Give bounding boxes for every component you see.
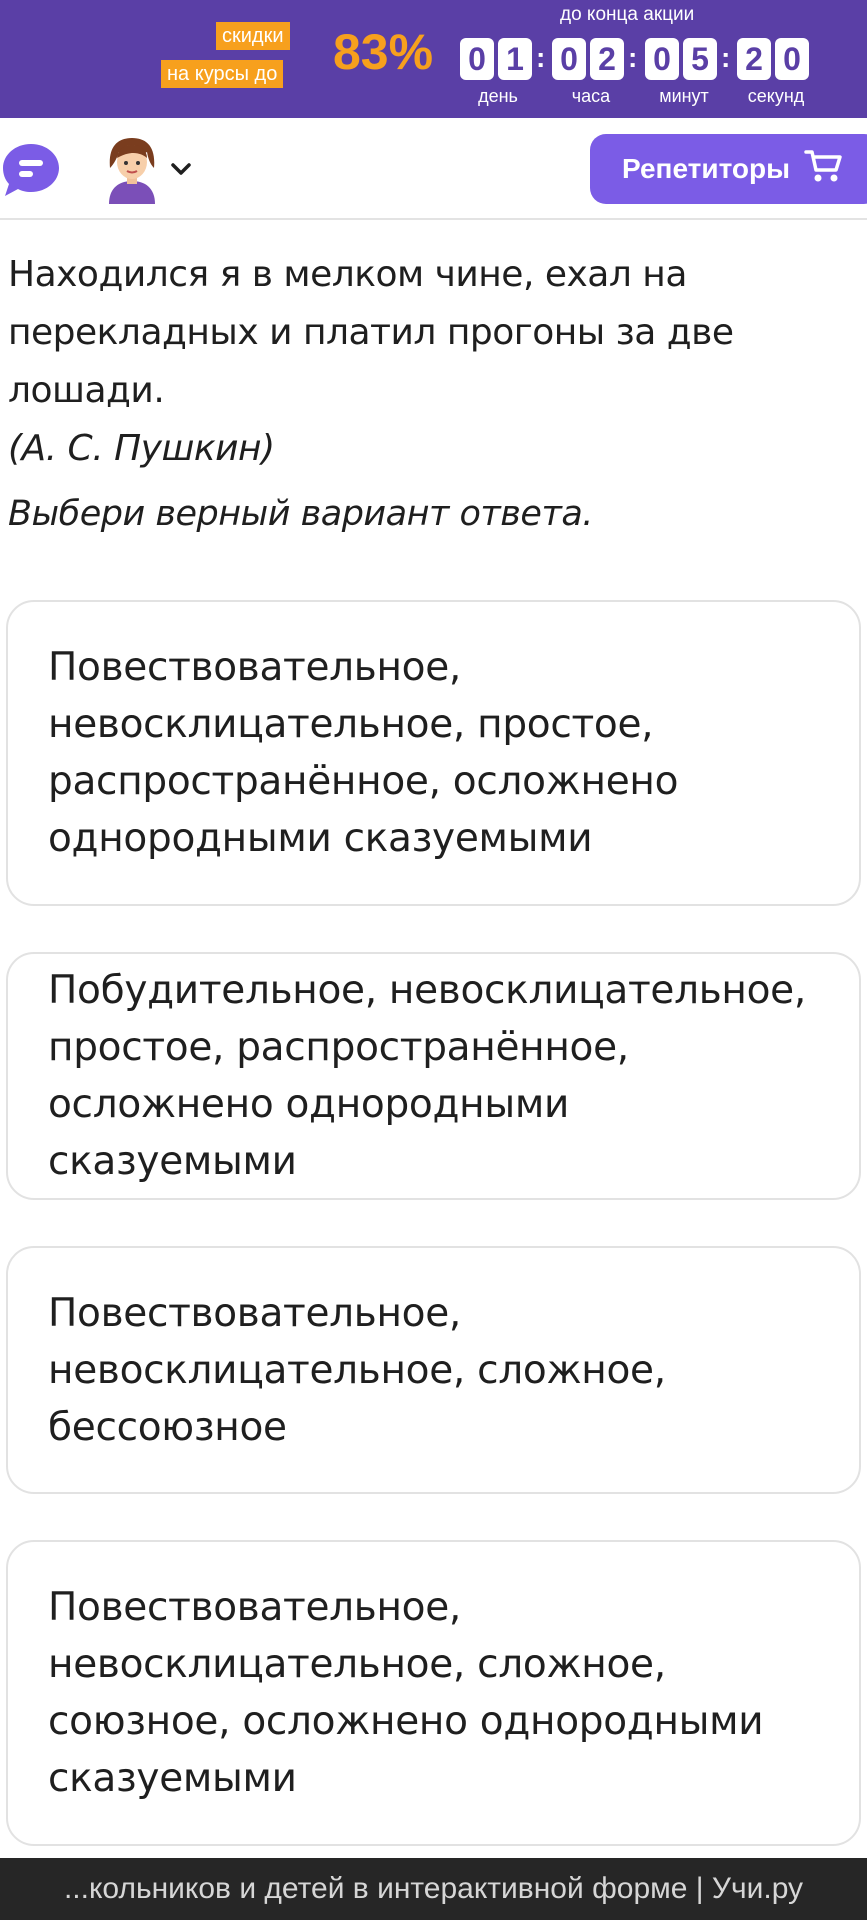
countdown-hours: 0 2	[552, 38, 624, 80]
countdown-digit: 0	[775, 38, 809, 80]
task-instruction: Выбери верный вариант ответа.	[8, 494, 593, 534]
countdown-digit: 0	[645, 38, 679, 80]
page-title: ...кольников и детей в интерактивной фор…	[63, 1872, 804, 1905]
countdown-unit-hours: часа	[571, 86, 611, 106]
countdown-digit: 5	[683, 38, 717, 80]
countdown-separator: :	[536, 42, 546, 73]
task-sentence-text: Находился я в мелком чине, ехал на перек…	[8, 254, 734, 411]
browser-page-title-bar: ...кольников и детей в интерактивной фор…	[0, 1858, 867, 1920]
countdown-digit: 0	[460, 38, 494, 80]
promo-label-courses: на курсы до	[161, 60, 284, 88]
tutors-button-label: Репетиторы	[622, 153, 791, 184]
countdown-unit-minutes: минут	[659, 86, 709, 106]
countdown-digit: 1	[498, 38, 532, 80]
countdown-digit: 2	[737, 38, 771, 80]
answer-option-2[interactable]: Побудительное, невосклицательное, просто…	[6, 952, 861, 1200]
answer-option-text: Повествовательное, невосклицательное, сл…	[48, 1585, 764, 1801]
countdown-separator: :	[628, 42, 638, 73]
promo-percent: 83%	[333, 24, 434, 80]
task-author: (А. С. Пушкин)	[8, 428, 275, 469]
countdown-minutes: 0 5	[645, 38, 717, 80]
countdown-unit-days: день	[478, 86, 518, 106]
countdown-separator: :	[721, 42, 731, 73]
answer-option-1[interactable]: Повествовательное, невосклицательное, пр…	[6, 600, 861, 906]
chat-icon[interactable]	[2, 140, 62, 202]
tutors-button[interactable]: Репетиторы	[590, 134, 867, 204]
cart-icon	[804, 149, 842, 190]
promo-banner[interactable]: скидки на курсы до 83% до конца акции 0 …	[0, 0, 867, 118]
countdown-digit: 0	[552, 38, 586, 80]
answer-option-4[interactable]: Повествовательное, невосклицательное, сл…	[6, 1540, 861, 1846]
promo-label-discount: скидки	[216, 22, 290, 50]
answer-option-text: Повествовательное, невосклицательное, сл…	[48, 1290, 666, 1450]
countdown-digit: 2	[590, 38, 624, 80]
site-header: Репетиторы	[0, 118, 867, 220]
countdown-unit-seconds: секунд	[747, 86, 805, 106]
answer-option-3[interactable]: Повествовательное, невосклицательное, сл…	[6, 1246, 861, 1494]
avatar-icon[interactable]	[103, 134, 161, 208]
chevron-down-icon[interactable]	[170, 162, 192, 182]
task-sentence: Находился я в мелком чине, ехал на перек…	[8, 246, 858, 478]
answer-option-text: Повествовательное, невосклицательное, пр…	[48, 645, 679, 861]
countdown-days: 0 1	[460, 38, 532, 80]
answer-option-text: Побудительное, невосклицательное, просто…	[48, 968, 806, 1184]
countdown-title: до конца акции	[560, 4, 695, 25]
countdown-seconds: 2 0	[737, 38, 809, 80]
